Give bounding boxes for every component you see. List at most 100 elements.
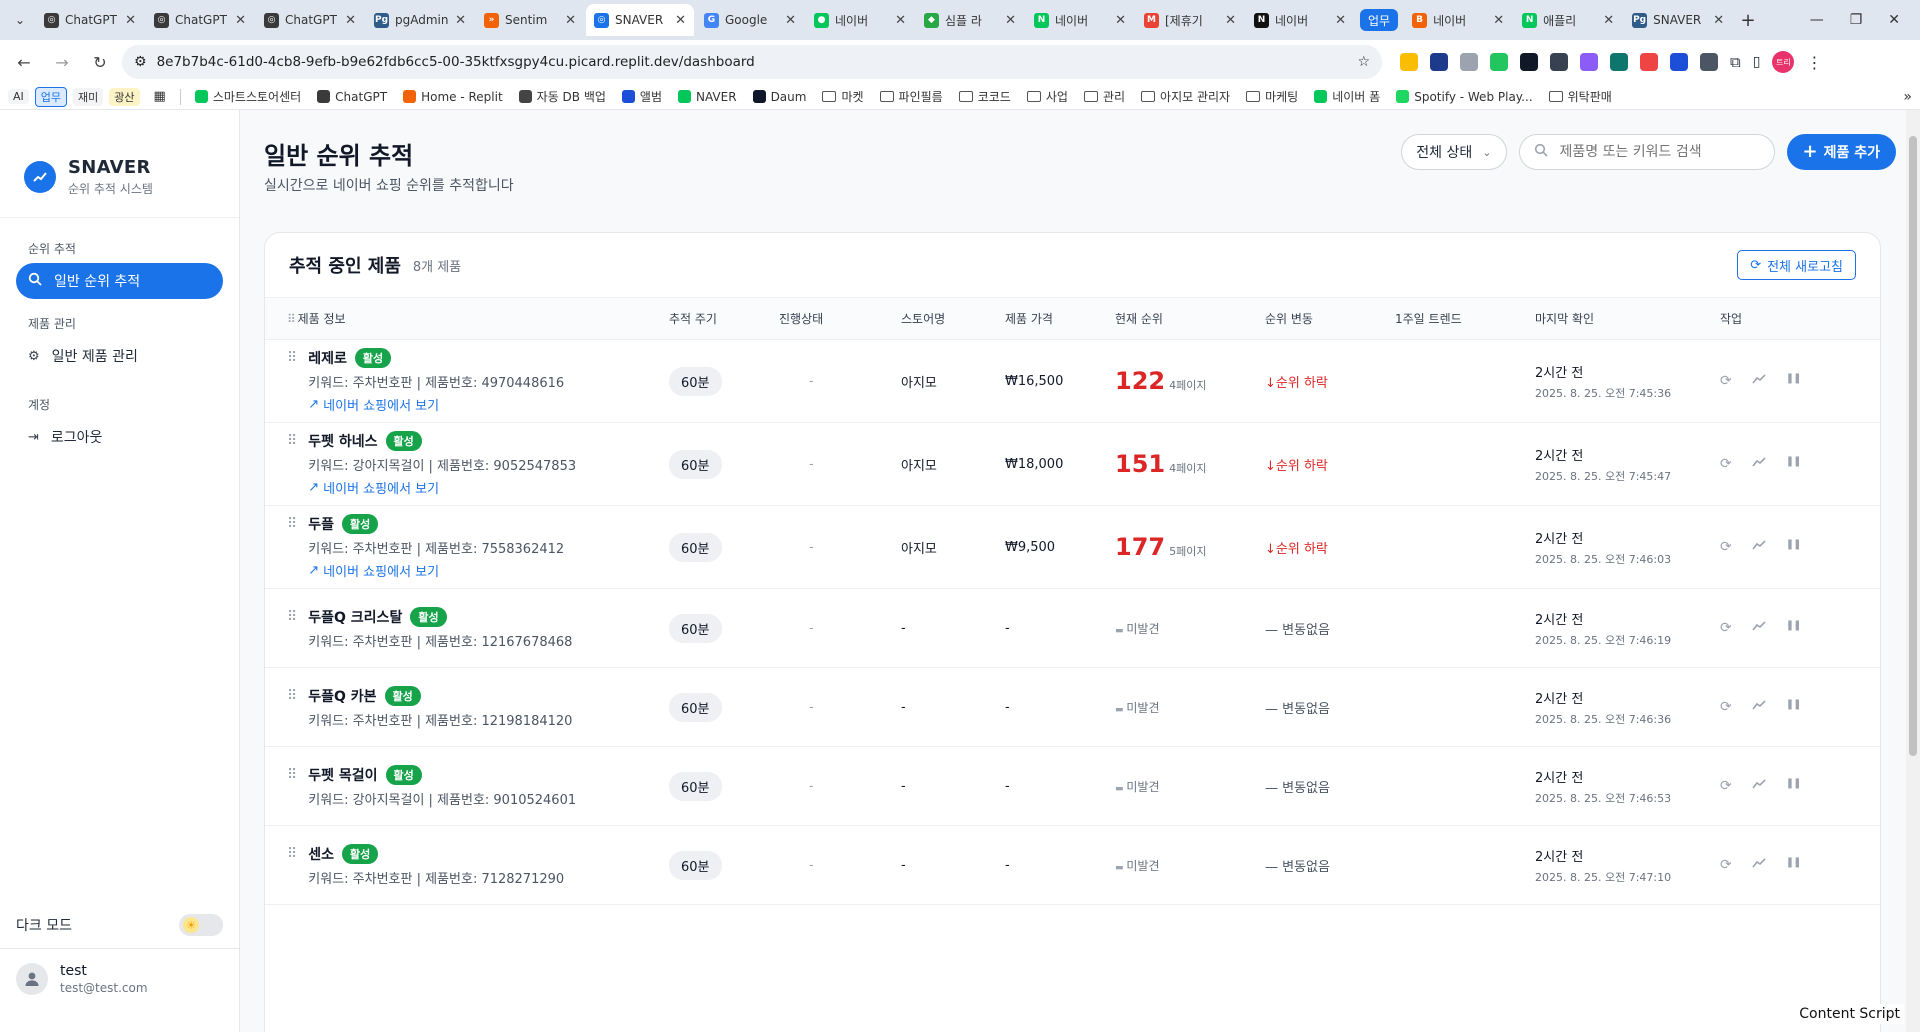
chart-icon[interactable] bbox=[1752, 778, 1766, 794]
extension-icon[interactable] bbox=[1640, 53, 1658, 71]
close-window-icon[interactable]: ✕ bbox=[1888, 12, 1900, 28]
browser-tab[interactable]: N 네이버 ✕ bbox=[1026, 4, 1134, 36]
browser-tab[interactable]: ◎ ChatGPT ✕ bbox=[36, 4, 144, 36]
bookmark-item[interactable]: 앨범 bbox=[621, 88, 662, 105]
bookmark-item[interactable]: 네이버 폼 bbox=[1314, 88, 1380, 105]
drag-handle-icon[interactable]: ⠿ bbox=[287, 350, 297, 366]
browser-tab[interactable]: M [제휴기 ✕ bbox=[1136, 4, 1244, 36]
forward-icon[interactable]: → bbox=[46, 46, 78, 78]
chart-icon[interactable] bbox=[1752, 539, 1766, 555]
browser-tab[interactable]: G Google ✕ bbox=[696, 4, 804, 36]
refresh-icon[interactable]: ⟳ bbox=[1720, 620, 1732, 636]
tab-search-icon[interactable]: ⌄ bbox=[6, 6, 34, 34]
sidebar-item-general-rank[interactable]: 일반 순위 추적 bbox=[16, 263, 223, 299]
bookmark-group-chip[interactable]: 광산 bbox=[109, 87, 140, 106]
site-info-icon[interactable]: ⚙ bbox=[134, 54, 147, 70]
browser-tab[interactable]: Pg pgAdmin ✕ bbox=[366, 4, 474, 36]
chart-icon[interactable] bbox=[1752, 456, 1766, 472]
refresh-all-button[interactable]: ⟳ 전체 새로고침 bbox=[1737, 250, 1856, 280]
bookmark-item[interactable]: 마켓 bbox=[822, 88, 864, 105]
bookmark-group-chip[interactable]: 재미 bbox=[73, 87, 104, 106]
refresh-icon[interactable]: ⟳ bbox=[1720, 857, 1732, 873]
naver-shopping-link[interactable]: ↗ 네이버 쇼핑에서 보기 bbox=[308, 395, 564, 414]
tab-close-icon[interactable]: ✕ bbox=[1335, 13, 1346, 28]
chart-icon[interactable] bbox=[1752, 620, 1766, 636]
browser-tab[interactable]: N 네이버 ✕ bbox=[1246, 4, 1354, 36]
dark-mode-toggle[interactable]: ☀ bbox=[179, 914, 223, 936]
status-filter-select[interactable]: 전체 상태 ⌄ bbox=[1401, 134, 1507, 170]
chart-icon[interactable] bbox=[1752, 699, 1766, 715]
tab-close-icon[interactable]: ✕ bbox=[895, 13, 906, 28]
scroll-thumb[interactable] bbox=[1909, 136, 1917, 756]
bookmark-item[interactable]: 스마트스토어센터 bbox=[194, 88, 301, 105]
pause-icon[interactable]: ❚❚ bbox=[1786, 778, 1802, 794]
bookmark-group-chip[interactable]: 업무 bbox=[34, 86, 68, 107]
url-text[interactable]: 8e7b7b4c-61d0-4cb8-9efb-b9e62fdb6cc5-00-… bbox=[157, 54, 1348, 70]
tab-close-icon[interactable]: ✕ bbox=[1115, 13, 1126, 28]
back-icon[interactable]: ← bbox=[8, 46, 40, 78]
reload-icon[interactable]: ↻ bbox=[84, 46, 116, 78]
extension-icon[interactable] bbox=[1610, 53, 1628, 71]
chart-icon[interactable] bbox=[1752, 857, 1766, 873]
browser-tab[interactable]: ◎ SNAVER ✕ bbox=[586, 4, 694, 36]
refresh-icon[interactable]: ⟳ bbox=[1720, 373, 1732, 389]
pause-icon[interactable]: ❚❚ bbox=[1786, 456, 1802, 472]
extension-icon[interactable] bbox=[1520, 53, 1538, 71]
browser-tab[interactable]: » Sentim ✕ bbox=[476, 4, 584, 36]
shield-extension-icon[interactable] bbox=[1490, 53, 1508, 71]
search-input[interactable] bbox=[1559, 144, 1740, 160]
bookmark-item[interactable]: 위탁판매 bbox=[1548, 88, 1612, 105]
more-bookmarks-icon[interactable]: » bbox=[1903, 89, 1912, 105]
tab-close-icon[interactable]: ✕ bbox=[455, 13, 466, 28]
more-menu-icon[interactable]: ⋮ bbox=[1806, 53, 1822, 72]
bookmark-item[interactable]: 마케팅 bbox=[1246, 88, 1298, 105]
tab-close-icon[interactable]: ✕ bbox=[125, 13, 136, 28]
bookmark-item[interactable]: 사업 bbox=[1026, 88, 1068, 105]
sidebar-item-product-manage[interactable]: ⚙ 일반 제품 관리 bbox=[16, 338, 223, 374]
restore-icon[interactable]: ❐ bbox=[1850, 12, 1863, 28]
extension-icon[interactable] bbox=[1400, 53, 1418, 71]
chart-icon[interactable] bbox=[1752, 373, 1766, 389]
drag-handle-icon[interactable]: ⠿ bbox=[287, 846, 297, 862]
tab-group-label[interactable]: 업무 bbox=[1360, 9, 1399, 31]
add-product-button[interactable]: + 제품 추가 bbox=[1786, 134, 1896, 170]
browser-tab[interactable]: ◎ ChatGPT ✕ bbox=[146, 4, 254, 36]
tab-close-icon[interactable]: ✕ bbox=[345, 13, 356, 28]
tab-close-icon[interactable]: ✕ bbox=[1005, 13, 1016, 28]
refresh-icon[interactable]: ⟳ bbox=[1720, 539, 1732, 555]
profile-avatar[interactable]: 트리 bbox=[1772, 51, 1795, 73]
extension-icon[interactable] bbox=[1430, 53, 1448, 71]
drag-handle-icon[interactable]: ⠿ bbox=[287, 433, 297, 449]
extension-icon[interactable] bbox=[1700, 53, 1718, 71]
omnibox[interactable]: ⚙ 8e7b7b4c-61d0-4cb8-9efb-b9e62fdb6cc5-0… bbox=[122, 45, 1382, 79]
bookmark-item[interactable]: Home - Replit bbox=[403, 90, 503, 104]
tab-close-icon[interactable]: ✕ bbox=[565, 13, 576, 28]
tab-close-icon[interactable]: ✕ bbox=[675, 13, 686, 28]
tab-close-icon[interactable]: ✕ bbox=[1225, 13, 1236, 28]
naver-shopping-link[interactable]: ↗ 네이버 쇼핑에서 보기 bbox=[308, 478, 576, 497]
pause-icon[interactable]: ❚❚ bbox=[1786, 539, 1802, 555]
pause-icon[interactable]: ❚❚ bbox=[1786, 699, 1802, 715]
bookmark-item[interactable]: NAVER bbox=[678, 90, 737, 104]
browser-tab[interactable]: B 네이버 ✕ bbox=[1404, 4, 1512, 36]
drag-handle-icon[interactable]: ⠿ bbox=[287, 516, 297, 532]
browser-tab[interactable]: N 애플리 ✕ bbox=[1514, 4, 1622, 36]
refresh-icon[interactable]: ⟳ bbox=[1720, 456, 1732, 472]
camera-extension-icon[interactable] bbox=[1460, 53, 1478, 71]
apps-grid-icon[interactable]: ▦ bbox=[154, 89, 166, 104]
drag-handle-icon[interactable]: ⠿ bbox=[287, 609, 297, 625]
extension-icon[interactable] bbox=[1550, 53, 1568, 71]
tab-close-icon[interactable]: ✕ bbox=[785, 13, 796, 28]
refresh-icon[interactable]: ⟳ bbox=[1720, 699, 1732, 715]
sidebar-toggle-icon[interactable]: ▯ bbox=[1753, 54, 1761, 70]
bookmark-item[interactable]: 아지모 관리자 bbox=[1141, 88, 1230, 105]
minimize-icon[interactable]: — bbox=[1810, 12, 1824, 28]
sidebar-item-logout[interactable]: ⇥ 로그아웃 bbox=[16, 419, 223, 455]
browser-tab[interactable]: Pg SNAVER ✕ bbox=[1624, 4, 1732, 36]
bookmark-group-chip[interactable]: AI bbox=[8, 89, 29, 104]
puzzle-icon[interactable]: ⧉ bbox=[1730, 53, 1741, 71]
bookmark-item[interactable]: ChatGPT bbox=[317, 90, 387, 104]
bookmark-item[interactable]: Daum bbox=[752, 90, 806, 104]
search-box[interactable] bbox=[1518, 134, 1775, 170]
pause-icon[interactable]: ❚❚ bbox=[1786, 620, 1802, 636]
